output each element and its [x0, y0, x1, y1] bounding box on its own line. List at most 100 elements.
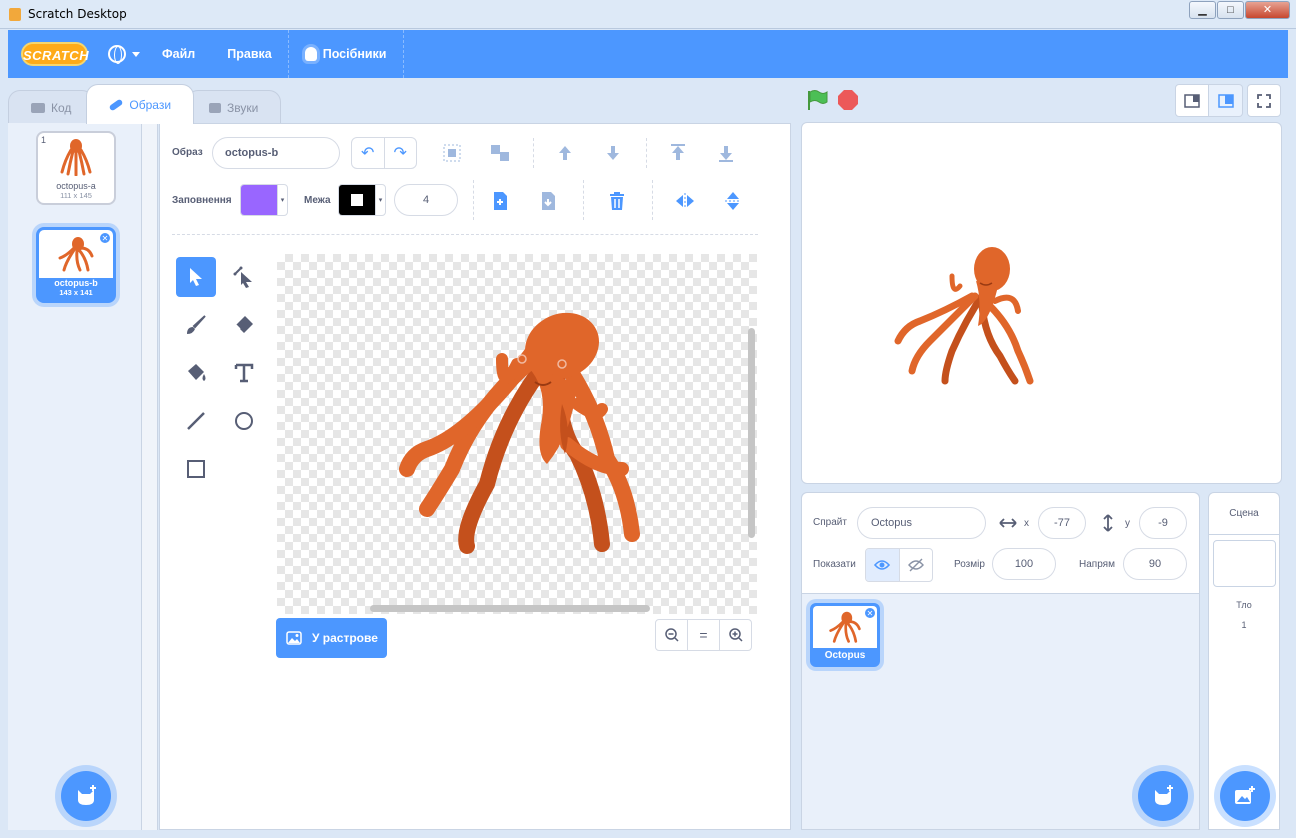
canvas-vertical-scrollbar[interactable]	[748, 328, 755, 538]
costume-list-scrollbar[interactable]	[142, 123, 158, 830]
tab-sounds[interactable]: Звуки	[186, 90, 282, 124]
copy-button[interactable]	[485, 186, 515, 216]
undo-button[interactable]: ↶	[352, 138, 384, 168]
maximize-button[interactable]: □	[1217, 1, 1244, 19]
rectangle-tool[interactable]	[176, 449, 216, 489]
show-sprite-button[interactable]	[866, 549, 899, 581]
choose-sprite-button[interactable]	[1138, 771, 1188, 821]
outline-color-picker[interactable]: ▾	[338, 184, 386, 216]
delete-button[interactable]	[602, 186, 632, 216]
convert-to-bitmap-label: У растрове	[312, 631, 378, 645]
front-button[interactable]	[663, 138, 693, 168]
tab-code[interactable]: Код	[8, 90, 95, 124]
small-stage-icon	[1184, 93, 1200, 108]
costume-item-octopus-b[interactable]: 2 ✕ octopus-b 143 x 141	[36, 227, 116, 303]
costume-name-label: Образ	[172, 147, 203, 158]
flip-horizontal-button[interactable]	[670, 186, 700, 216]
rectangle-icon	[187, 460, 205, 478]
zoom-out-button[interactable]	[656, 620, 687, 650]
direction-input[interactable]: 90	[1123, 548, 1187, 580]
redo-button[interactable]: ↷	[383, 138, 417, 168]
delete-sprite-icon[interactable]: ✕	[864, 607, 876, 619]
app-icon	[9, 8, 21, 21]
zoom-reset-button[interactable]: =	[687, 620, 719, 650]
backward-button[interactable]	[598, 138, 628, 168]
file-menu[interactable]: Файл	[156, 30, 211, 78]
fill-color-picker[interactable]: ▾	[240, 184, 288, 216]
choose-costume-button[interactable]	[61, 771, 111, 821]
fill-tool[interactable]	[176, 353, 216, 393]
eye-icon	[874, 560, 891, 570]
small-stage-button[interactable]	[1175, 84, 1209, 117]
sprite-name-input[interactable]: Octopus	[857, 507, 986, 539]
tab-costumes[interactable]: Образи	[86, 84, 195, 124]
stage-canvas[interactable]	[801, 122, 1282, 484]
ungroup-icon	[491, 145, 509, 161]
toolbar-divider	[646, 138, 647, 168]
horizontal-arrows-icon	[999, 518, 1017, 528]
minimize-button[interactable]: ▁	[1189, 1, 1216, 19]
scratch-logo[interactable]: SCRATCH	[21, 42, 89, 66]
pointer-arrow-icon	[190, 268, 202, 286]
toolbar-divider	[583, 180, 584, 220]
sprite-info: Спрайт Octopus x -77 y -9 Показати Розмі…	[802, 493, 1199, 594]
hide-sprite-button[interactable]	[898, 549, 933, 581]
globe-icon	[108, 45, 126, 64]
delete-costume-icon[interactable]: ✕	[99, 232, 111, 244]
choose-backdrop-button[interactable]	[1220, 771, 1270, 821]
toolbar-divider	[652, 180, 653, 220]
sprite-item-octopus[interactable]: ✕ Octopus	[810, 603, 880, 667]
forward-button[interactable]	[550, 138, 580, 168]
canvas-horizontal-scrollbar[interactable]	[370, 605, 650, 612]
octopus-sprite[interactable]	[890, 241, 1090, 401]
ungroup-button[interactable]	[485, 138, 515, 168]
paint-canvas[interactable]	[277, 254, 757, 614]
visibility-toggle	[865, 548, 933, 582]
convert-to-bitmap-button[interactable]: У растрове	[276, 618, 387, 658]
large-stage-button[interactable]	[1209, 84, 1243, 117]
x-label: x	[1024, 518, 1029, 529]
language-menu[interactable]	[88, 30, 156, 78]
line-tool[interactable]	[176, 401, 216, 441]
window-titlebar: Scratch Desktop ▁ □ ✕	[0, 0, 1296, 29]
costume-list: 1 octopus-a 111 x 145 2 ✕ octopus-b 143 …	[8, 123, 142, 830]
green-flag-button[interactable]	[806, 89, 828, 114]
cat-plus-icon	[78, 785, 96, 805]
paintbrush-icon	[108, 98, 124, 111]
circle-icon	[235, 412, 253, 430]
cat-plus-icon	[1155, 785, 1173, 805]
costume-item-octopus-a[interactable]: 1 octopus-a 111 x 145	[36, 131, 116, 205]
select-tool[interactable]	[176, 257, 216, 297]
fullscreen-button[interactable]	[1247, 84, 1281, 117]
size-input[interactable]: 100	[992, 548, 1056, 580]
close-button[interactable]: ✕	[1245, 1, 1290, 19]
stop-button[interactable]	[838, 90, 858, 110]
trash-icon	[610, 192, 624, 210]
edit-menu[interactable]: Правка	[211, 30, 287, 78]
y-position-input[interactable]: -9	[1139, 507, 1187, 539]
reshape-tool[interactable]	[224, 257, 264, 297]
paste-button[interactable]	[533, 186, 563, 216]
outline-width-input[interactable]: 4	[394, 184, 458, 216]
text-tool[interactable]	[224, 353, 264, 393]
zoom-in-button[interactable]	[719, 620, 751, 650]
copy-icon	[494, 192, 507, 210]
x-position-input[interactable]: -77	[1038, 507, 1086, 539]
back-button[interactable]	[711, 138, 741, 168]
group-button[interactable]	[437, 138, 467, 168]
editor-tabs: Код Образи Звуки	[8, 84, 282, 124]
outline-color-swatch	[339, 185, 375, 215]
arrow-up-icon	[559, 146, 571, 160]
flip-horizontal-icon	[676, 193, 694, 209]
caret-down-icon: ▾	[375, 185, 385, 215]
costume-name: octopus-a	[56, 181, 96, 191]
brush-tool[interactable]	[176, 305, 216, 345]
octopus-thumbnail-icon	[58, 237, 94, 272]
costume-name-input[interactable]: octopus-b	[212, 137, 340, 169]
circle-tool[interactable]	[224, 401, 264, 441]
eraser-tool[interactable]	[224, 305, 264, 345]
flip-vertical-button[interactable]	[718, 186, 748, 216]
tutorials-menu[interactable]: Посібники	[289, 30, 403, 78]
tab-code-label: Код	[51, 100, 72, 115]
code-blocks-icon	[31, 102, 45, 113]
